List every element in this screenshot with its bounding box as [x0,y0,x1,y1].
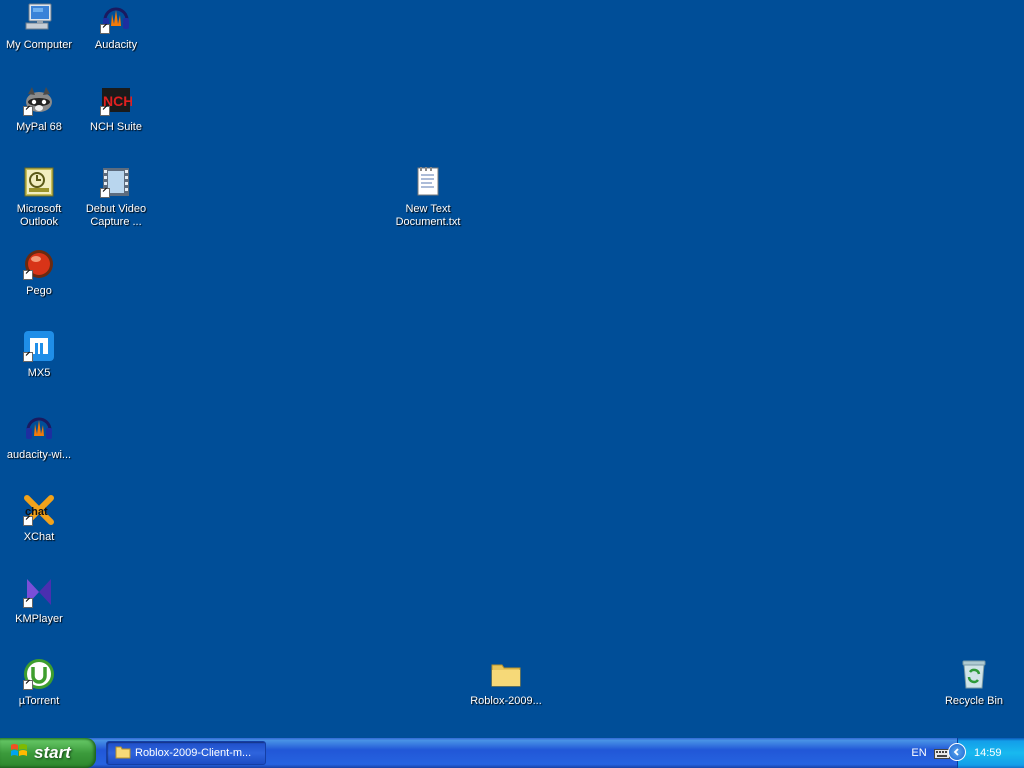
kmplayer-icon [23,576,55,608]
mx5-icon [23,330,55,362]
taskbar-button-roblox-folder[interactable]: Roblox-2009-Client-m... [106,741,266,765]
desktop: My Computer Audacity MyPal 68 NCH NCH Su… [0,0,1024,738]
audacity-installer-icon [23,412,55,444]
shortcut-arrow-icon [23,598,33,608]
shortcut-arrow-icon [23,106,33,116]
desktop-icon-mx5[interactable]: MX5 [0,330,78,380]
shortcut-arrow-icon [23,270,33,280]
desktop-icon-new-text-document[interactable]: New Text Document.txt [389,166,467,229]
taskbar-button-label: Roblox-2009-Client-m... [135,747,252,759]
shortcut-arrow-icon [23,352,33,362]
notification-area: 14:59 [948,738,1024,768]
desktop-icon-roblox-folder[interactable]: Roblox-2009... [467,658,545,708]
windows-logo-icon [10,742,28,765]
desktop-icon-outlook[interactable]: Microsoft Outlook [0,166,78,229]
system-tray: EN 14:59 [904,738,1024,768]
taskbar: start Roblox-2009-Client-m... EN 14:59 [0,738,1024,768]
outlook-icon [23,166,55,198]
folder-icon [490,658,522,690]
nch-suite-icon: NCH [100,84,132,116]
recycle-bin-icon [958,658,990,690]
desktop-icon-pego[interactable]: Pego [0,248,78,298]
shortcut-arrow-icon [23,680,33,690]
start-button[interactable]: start [0,738,96,768]
show-hidden-icons-chevron-icon[interactable] [948,743,966,761]
desktop-icon-xchat[interactable]: chat XChat [0,494,78,544]
desktop-icon-recycle-bin[interactable]: Recycle Bin [935,658,1013,708]
start-label: start [34,743,71,762]
debut-video-icon [100,166,132,198]
shortcut-arrow-icon [100,24,110,34]
shortcut-arrow-icon [100,106,110,116]
pego-icon [23,248,55,280]
language-indicator[interactable]: EN [904,747,934,759]
desktop-icon-audacity[interactable]: Audacity [77,2,155,52]
audacity-icon [100,2,132,34]
text-document-icon [412,166,444,198]
shortcut-arrow-icon [23,516,33,526]
clock[interactable]: 14:59 [974,747,1002,759]
desktop-icon-audacity-installer[interactable]: audacity-wi... [0,412,78,462]
mypal-icon [23,84,55,116]
desktop-icon-kmplayer[interactable]: KMPlayer [0,576,78,626]
desktop-icon-my-computer[interactable]: My Computer [0,2,78,52]
desktop-icon-debut[interactable]: Debut Video Capture ... [77,166,155,229]
desktop-icon-mypal[interactable]: MyPal 68 [0,84,78,134]
desktop-icon-utorrent[interactable]: µTorrent [0,658,78,708]
xchat-icon: chat [23,494,55,526]
shortcut-arrow-icon [100,188,110,198]
desktop-icon-nch-suite[interactable]: NCH NCH Suite [77,84,155,134]
folder-icon [115,745,131,762]
utorrent-icon [23,658,55,690]
my-computer-icon [23,2,55,34]
